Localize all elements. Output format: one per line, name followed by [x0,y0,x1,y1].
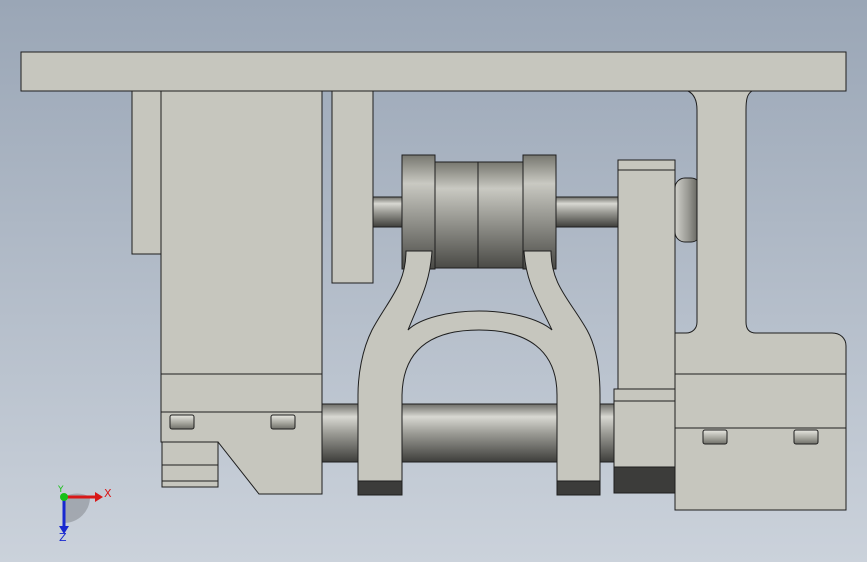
fork-foot-right[interactable] [556,480,601,496]
assembly-drawing[interactable]: X Y Z [0,0,867,562]
triad-y-label: Y [57,485,64,495]
triad-z-label: Z [59,531,67,544]
right-support-block[interactable] [617,159,676,390]
middle-hanging-bar[interactable] [331,90,374,284]
left-main-block[interactable] [160,90,323,375]
screw-head[interactable] [793,429,819,445]
triad-x-label: X [104,487,112,500]
cad-graphics-viewport[interactable]: X Y Z [0,0,867,562]
right-clamp-base[interactable] [613,466,676,494]
right-clamp-block[interactable] [613,400,676,468]
screw-head[interactable] [169,414,195,430]
roller-body[interactable] [434,161,524,269]
screw-head[interactable] [270,414,296,430]
fork-foot-left[interactable] [357,480,403,496]
top-plate[interactable] [20,51,847,92]
right-cap-block[interactable] [613,388,676,402]
screw-head[interactable] [702,429,728,445]
left-thin-bracket[interactable] [131,90,162,255]
